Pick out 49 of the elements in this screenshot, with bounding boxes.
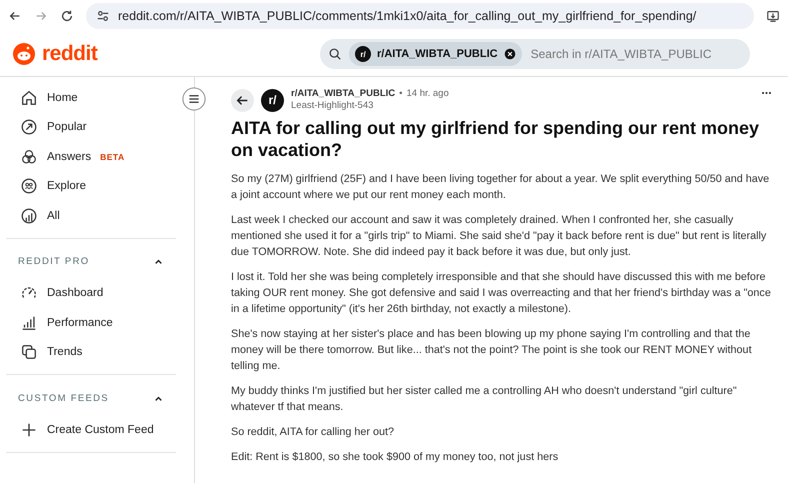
chip-label: r/AITA_WIBTA_PUBLIC: [377, 48, 498, 60]
reload-icon[interactable]: [60, 9, 74, 23]
separator-dot: •: [399, 88, 402, 99]
post-paragraph: So reddit, AITA for calling her out?: [231, 425, 396, 440]
post-paragraph: Edit: Rent is $1800, so she took $900 of my money too, not just hers: [231, 450, 560, 465]
url-text: reddit.com/r/AITA_WIBTA_PUBLIC/comments/1mki1x0/aita_for_calling_out_my_girlfriend_for_spending/: [118, 9, 696, 23]
sidebar-item[interactable]: All: [6, 201, 176, 230]
close-icon[interactable]: [504, 48, 516, 60]
reddit-logo-icon[interactable]: [12, 42, 36, 66]
sidebar-item[interactable]: Performance: [6, 308, 176, 338]
sidebar-item[interactable]: Popular: [6, 112, 176, 142]
section-header[interactable]: REDDIT PRO: [6, 244, 176, 278]
author-link[interactable]: Least-Highlight-543: [291, 100, 754, 112]
all-icon: [20, 206, 38, 225]
post-time: 14 hr. ago: [406, 88, 449, 99]
sidebar-item[interactable]: Answers BETA: [6, 142, 176, 172]
search-field[interactable]: r/ r/AITA_WIBTA_PUBLIC Search in r/AITA_WIBTA_PUBLIC: [320, 39, 750, 69]
post-paragraph: So my (27M) girlfriend (25F) and I have been living together for about a year. We split everything 50/50 and have a joint account where we put our rent money each month.: [231, 172, 770, 203]
subreddit-link[interactable]: r/AITA_WIBTA_PUBLIC: [291, 88, 396, 99]
sidebar-item[interactable]: Home: [6, 83, 176, 112]
subreddit-avatar[interactable]: r/: [261, 88, 284, 112]
address-bar[interactable]: reddit.com/r/AITA_WIBTA_PUBLIC/comments/1mki1x0/aita_for_calling_out_my_girlfriend_for_spending/: [86, 3, 754, 29]
sidebar-item[interactable]: Create Custom Feed: [6, 415, 176, 444]
sidebar-item[interactable]: Dashboard: [6, 278, 176, 308]
plus-icon: [20, 420, 38, 439]
arrow-circle-icon: [20, 118, 38, 136]
back-icon[interactable]: [231, 88, 254, 112]
explore-icon: [20, 177, 38, 196]
post-paragraph: I lost it. Told her she was being completely irresponsible and that she should have discussed this with me before taking OUR rent money. She got defensive and said I was overreacting and that her friend's birthday was a "once in a lifetime opportunity" (it's her 26th birthday, not exactly a milestone).: [231, 270, 772, 317]
install-icon[interactable]: [766, 9, 780, 23]
site-settings-icon[interactable]: [96, 9, 110, 23]
subreddit-avatar: r/: [355, 46, 371, 62]
beta-label: BETA: [100, 152, 125, 162]
trends-icon: [20, 343, 38, 362]
post-paragraph: Last week I checked our account and saw it was completely drained. When I confronted her, she casually mentioned she used it for a "girls trip" to Miami. She said she'd "pay it back before rent is due" but rent is literally due TOMORROW. Note. She did indeed pay it back before it was due, but only just.: [231, 213, 768, 260]
search-icon: [328, 47, 342, 61]
sidebar-item[interactable]: Explore: [6, 172, 176, 201]
answers-icon: [20, 148, 38, 166]
post-paragraph: My buddy thinks I'm justified but her sister called me a controlling AH who doesn't understand "girl culture" whatever tf that means.: [231, 384, 738, 415]
section-header[interactable]: CUSTOM FEEDS: [6, 381, 176, 415]
menu-icon[interactable]: [182, 87, 206, 111]
more-options-icon[interactable]: [761, 91, 772, 95]
bar-chart-icon: [20, 314, 38, 332]
post-title: AITA for calling out my girlfriend for spending our rent money on vacation?: [231, 117, 760, 161]
subreddit-chip[interactable]: r/ r/AITA_WIBTA_PUBLIC: [349, 42, 522, 66]
sidebar-item[interactable]: Trends: [6, 338, 176, 367]
home-icon: [20, 88, 38, 107]
post-paragraph: She's now staying at her sister's place and has been blowing up my phone saying I'm controlling and that the money will be there tomorrow. But like... that's not the point? The point is she took our RENT MONEY without telling me.: [231, 327, 753, 374]
back-icon[interactable]: [8, 9, 22, 23]
